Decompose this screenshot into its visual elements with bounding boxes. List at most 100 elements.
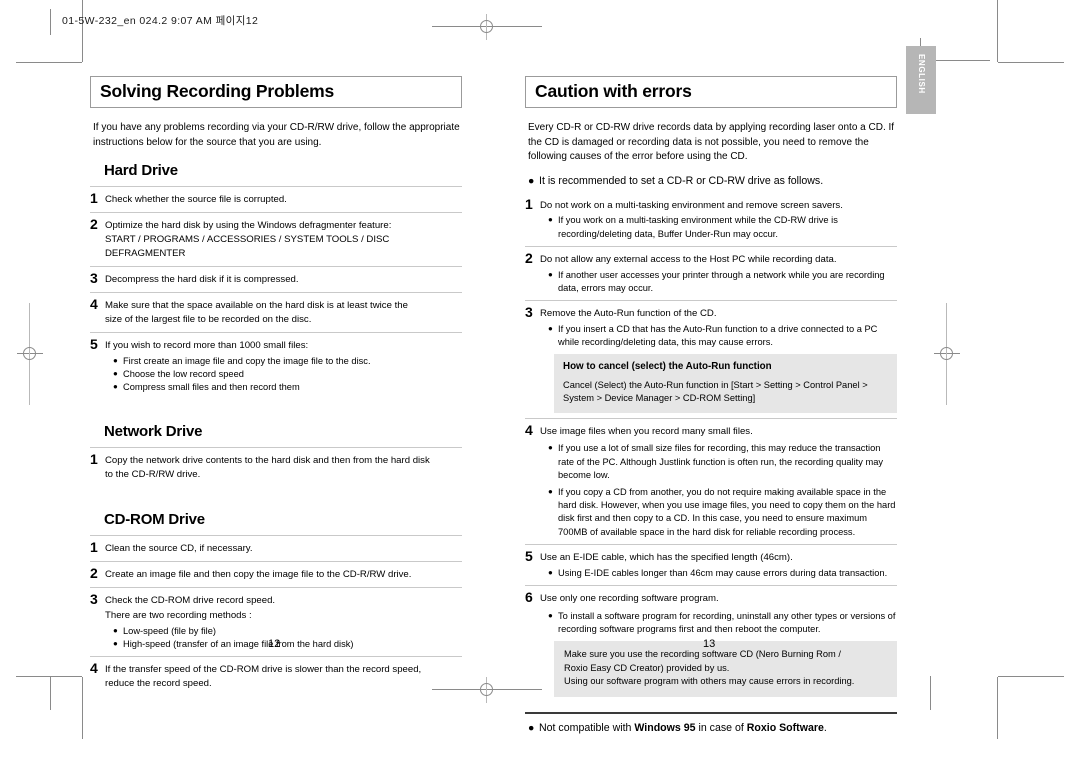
note-box-line: Make sure you use the recording software…	[564, 649, 841, 660]
item-line: Do not work on a multi-tasking environme…	[540, 199, 843, 211]
right-page-title-box: Caution with errors	[525, 76, 897, 109]
item-line: size of the largest file to be recorded …	[105, 313, 312, 325]
note-box-line: Using our software program with others m…	[564, 676, 855, 687]
numbered-item: 2 Optimize the hard disk by using the Wi…	[90, 212, 462, 266]
right-page-intro: Every CD-R or CD-RW drive records data b…	[528, 121, 897, 165]
item-number: 4	[525, 421, 533, 438]
software-note-box: Make sure you use the recording software…	[554, 641, 897, 697]
item-subtext: There are two recording methods :	[105, 609, 252, 621]
registration-mark-right	[934, 303, 960, 405]
bullet-text: To install a software program for record…	[558, 610, 896, 634]
manual-spread: 01-5W-232_en 024.2 9:07 AM 페이지12 ENGLISH…	[0, 0, 1080, 763]
crop-mark-top-right-v	[997, 0, 998, 62]
list-item: ● To install a software program for recor…	[548, 610, 897, 636]
item-line: Clean the source CD, if necessary.	[105, 542, 253, 554]
note-bold-roxio: Roxio Software	[746, 721, 824, 734]
numbered-item: 3 Decompress the hard disk if it is comp…	[90, 265, 462, 292]
item-line: Make sure that the space available on th…	[105, 299, 408, 311]
compatibility-note: ● Not compatible with Windows 95 in case…	[528, 721, 897, 736]
left-page-column: Solving Recording Problems If you have a…	[90, 76, 462, 696]
intro-line-1: Every CD-R or CD-RW drive records data b…	[528, 122, 886, 134]
right-page-column: Caution with errors Every CD-R or CD-RW …	[525, 76, 897, 735]
english-language-tab: ENGLISH	[906, 46, 936, 114]
left-page-title-box: Solving Recording Problems	[90, 76, 462, 109]
section-heading-cdrom-drive: CD-ROM Drive	[104, 510, 205, 528]
english-tab-label: ENGLISH	[917, 54, 926, 94]
numbered-item: 1 Copy the network drive contents to the…	[90, 447, 462, 487]
bullet-list: ● If another user accesses your printer t…	[540, 269, 897, 295]
bullet-dot-icon: ●	[528, 721, 535, 734]
bullet-text: If another user accesses your printer th…	[558, 269, 885, 293]
item-number: 2	[90, 564, 98, 581]
item-number: 5	[525, 547, 533, 564]
bullet-text: Using E-IDE cables longer than 46cm may …	[558, 567, 888, 578]
bullet-dot-icon: ●	[113, 381, 118, 391]
bullet-text: If you copy a CD from another, you do no…	[558, 487, 896, 537]
lead-bullet-text: It is recommended to set a CD-R or CD-RW…	[539, 174, 824, 187]
edge-mark-bottom-left	[50, 676, 51, 710]
bullet-text: High-speed (transfer of an image file fr…	[123, 638, 354, 649]
bullet-text: If you insert a CD that has the Auto-Run…	[558, 324, 878, 348]
item-number: 1	[90, 451, 98, 468]
item-line: Use an E-IDE cable, which has the specif…	[540, 551, 793, 563]
registration-mark-top	[432, 14, 542, 40]
item-line: Optimize the hard disk by using the Wind…	[105, 220, 392, 232]
note-bold-windows: Windows 95	[634, 721, 696, 734]
item-line: Remove the Auto-Run function of the CD.	[540, 308, 717, 320]
bullet-list: ● If you work on a multi-tasking environm…	[540, 214, 897, 240]
bullet-list: ● If you insert a CD that has the Auto-Ru…	[540, 323, 897, 349]
numbered-item: 4 Use image files when you record many s…	[525, 417, 897, 544]
item-number: 5	[90, 335, 98, 352]
item-line: START / PROGRAMS / ACCESSORIES / SYSTEM …	[105, 234, 390, 259]
list-item: ● First create an image file and copy the…	[113, 355, 462, 368]
note-box-line: Roxio Easy CD Creator) provided by us.	[564, 662, 730, 673]
bullet-list: ● Low-speed (file by file) ● High-speed (t…	[105, 625, 462, 651]
list-item: ● High-speed (transfer of an image file f…	[113, 638, 462, 651]
item-number: 1	[90, 190, 98, 207]
bullet-dot-icon: ●	[113, 638, 118, 648]
bullet-text: First create an image file and copy the …	[123, 355, 371, 366]
page-number-left: 12	[268, 638, 281, 650]
numbered-item: 4 Make sure that the space available on …	[90, 291, 462, 332]
item-line: Copy the network drive contents to the h…	[105, 455, 430, 467]
item-number: 3	[90, 269, 98, 286]
bullet-list: ● To install a software program for recor…	[540, 610, 897, 636]
numbered-item: 1 Clean the source CD, if necessary.	[90, 534, 462, 561]
numbered-item: 4 If the transfer speed of the CD-ROM dr…	[90, 655, 462, 696]
item-line: Use only one recording software program.	[540, 592, 719, 604]
bullet-dot-icon: ●	[113, 368, 118, 378]
print-slug: 01-5W-232_en 024.2 9:07 AM 페이지12	[62, 15, 259, 27]
crop-mark-bottom-right-h	[998, 676, 1064, 677]
note-box-title: How to cancel (select) the Auto-Run func…	[563, 361, 772, 373]
list-item: ● Low-speed (file by file)	[113, 625, 462, 638]
bullet-dot-icon: ●	[548, 443, 553, 453]
item-number: 3	[525, 304, 533, 321]
item-number: 3	[90, 590, 98, 607]
registration-mark-bottom	[432, 677, 542, 703]
item-number: 2	[525, 249, 533, 266]
edge-mark-bottom-right	[930, 676, 931, 710]
note-pre: Not compatible with	[539, 721, 635, 734]
bullet-text: Low-speed (file by file)	[123, 625, 217, 636]
page-title: Solving Recording Problems	[100, 81, 335, 101]
list-item: ● If you insert a CD that has the Auto-Ru…	[548, 323, 897, 349]
item-line: Check the CD-ROM drive record speed.	[105, 594, 276, 606]
item-number: 4	[90, 295, 98, 312]
compatibility-note-text: Not compatible with Windows 95 in case o…	[539, 721, 827, 736]
bullet-list: ● First create an image file and copy the…	[105, 355, 462, 395]
list-item: ● If you work on a multi-tasking environm…	[548, 214, 897, 240]
numbered-item: 2 Create an image file and then copy the…	[90, 560, 462, 587]
crop-mark-bottom-right-v	[997, 677, 998, 739]
bullet-dot-icon: ●	[548, 487, 553, 497]
note-mid: in case of	[695, 721, 747, 734]
section-heading-network-drive: Network Drive	[104, 423, 203, 441]
bullet-dot-icon: ●	[548, 567, 553, 577]
intro-line-1: If you have any problems recording via y…	[93, 122, 362, 134]
item-number: 4	[90, 659, 98, 676]
section-divider	[525, 711, 897, 714]
item-line: Check whether the source file is corrupt…	[105, 194, 287, 206]
lead-bullet: ● It is recommended to set a CD-R or CD-…	[528, 174, 897, 189]
registration-mark-left	[17, 303, 43, 405]
autorun-note-box: How to cancel (select) the Auto-Run func…	[554, 354, 897, 413]
item-number: 1	[525, 195, 533, 212]
